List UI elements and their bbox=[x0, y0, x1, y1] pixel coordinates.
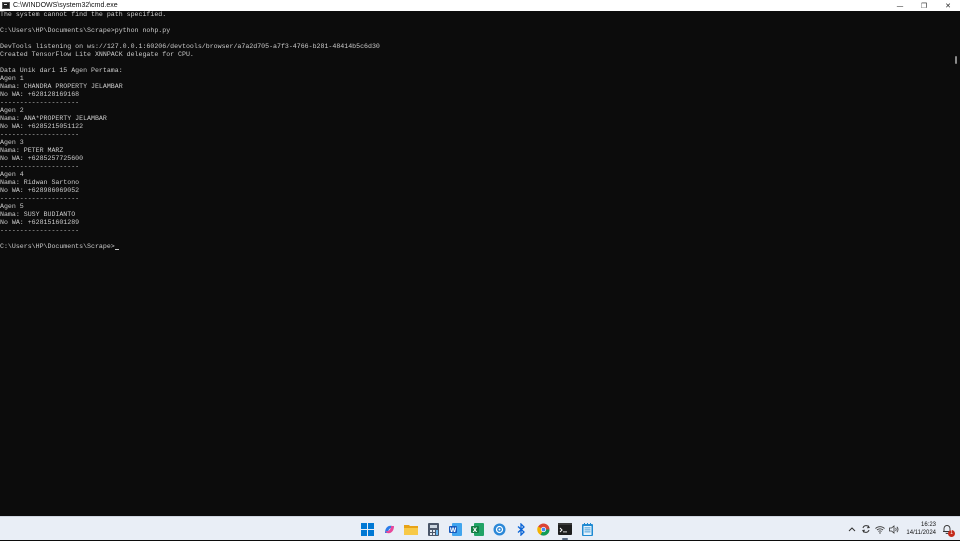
speaker-icon bbox=[889, 524, 899, 534]
console-line: -------------------- bbox=[0, 99, 80, 106]
console-line: Agen 4 bbox=[0, 171, 24, 178]
start-icon bbox=[360, 522, 374, 536]
console-line: -------------------- bbox=[0, 131, 80, 138]
prompt-line[interactable]: C:\Users\HP\Documents\Scrape> bbox=[0, 243, 952, 251]
clock[interactable]: 16:23 14/11/2024 bbox=[906, 521, 936, 537]
sync-icon bbox=[861, 525, 870, 533]
calculator-icon bbox=[427, 522, 439, 536]
scrollbar-thumb[interactable] bbox=[955, 56, 957, 64]
word-icon: W bbox=[448, 522, 462, 536]
window-title: C:\WINDOWS\system32\cmd.exe bbox=[13, 2, 118, 9]
calculator-button[interactable] bbox=[424, 520, 442, 538]
window-controls: — ❐ ✕ bbox=[888, 0, 960, 11]
console-line: No WA: +6285257725600 bbox=[0, 155, 84, 162]
console-line: The system cannot find the path specifie… bbox=[0, 11, 167, 18]
console-line: Nama: CHANDRA PROPERTY JELAMBAR bbox=[0, 83, 123, 90]
clock-date: 14/11/2024 bbox=[906, 530, 936, 536]
console-line: -------------------- bbox=[0, 163, 80, 170]
console-line: Nama: ANA*PROPERTY JELAMBAR bbox=[0, 115, 107, 122]
svg-text:W: W bbox=[449, 526, 456, 533]
wifi-icon bbox=[875, 525, 885, 534]
console-line: Agen 1 bbox=[0, 75, 24, 82]
clock-time: 16:23 bbox=[920, 522, 936, 528]
title-bar[interactable]: C:\WINDOWS\system32\cmd.exe — ❐ ✕ bbox=[0, 0, 960, 11]
start-button[interactable] bbox=[358, 520, 376, 538]
copilot-button[interactable] bbox=[380, 520, 398, 538]
console-line: Agen 5 bbox=[0, 203, 24, 210]
text-cursor bbox=[114, 249, 119, 250]
notepad-button[interactable] bbox=[578, 520, 596, 538]
network-app-button[interactable] bbox=[490, 520, 508, 538]
close-button[interactable]: ✕ bbox=[936, 0, 960, 11]
console-line: No WA: +628151601289 bbox=[0, 219, 80, 226]
console-line: Nama: SUSY BUDIANTO bbox=[0, 211, 76, 218]
console-line: No WA: +6285215051122 bbox=[0, 123, 84, 130]
console-line: Agen 2 bbox=[0, 107, 24, 114]
volume-button[interactable] bbox=[888, 524, 899, 535]
network-app-icon bbox=[493, 523, 505, 535]
notification-button[interactable]: 1 bbox=[940, 522, 955, 537]
taskbar: W X 16:23 14/11/2024 1 bbox=[0, 516, 960, 540]
maximize-button[interactable]: ❐ bbox=[912, 0, 936, 11]
excel-button[interactable]: X bbox=[468, 520, 486, 538]
console-line: Data Unik dari 15 Agen Pertama: bbox=[0, 67, 123, 74]
terminal-icon bbox=[558, 523, 572, 535]
console-line: No WA: +628986069052 bbox=[0, 187, 80, 194]
console-line: -------------------- bbox=[0, 227, 80, 234]
sync-status-button[interactable] bbox=[860, 524, 871, 535]
chrome-icon bbox=[536, 523, 549, 536]
excel-icon: X bbox=[470, 522, 484, 536]
cmd-window: C:\WINDOWS\system32\cmd.exe — ❐ ✕ The sy… bbox=[0, 0, 960, 516]
cmd-app-icon bbox=[2, 2, 10, 9]
chevron-up-icon bbox=[848, 527, 856, 532]
taskbar-apps: W X bbox=[358, 520, 596, 540]
console-line: Nama: PETER MARZ bbox=[0, 147, 64, 154]
file-explorer-button[interactable] bbox=[402, 520, 420, 538]
console-line: No WA: +628128169168 bbox=[0, 91, 80, 98]
console-line: Agen 3 bbox=[0, 139, 24, 146]
terminal-button[interactable] bbox=[556, 520, 574, 540]
show-hidden-icons-button[interactable] bbox=[846, 524, 857, 535]
console-output[interactable]: The system cannot find the path specifie… bbox=[0, 11, 952, 516]
svg-text:X: X bbox=[472, 526, 477, 533]
console-line: Created TensorFlow Lite XNNPACK delegate… bbox=[0, 51, 194, 58]
console-line: C:\Users\HP\Documents\Scrape>python nohp… bbox=[0, 27, 171, 34]
notepad-icon bbox=[581, 522, 593, 536]
prompt-text: C:\Users\HP\Documents\Scrape> bbox=[0, 243, 115, 250]
console-line: -------------------- bbox=[0, 195, 80, 202]
wifi-button[interactable] bbox=[874, 524, 885, 535]
chrome-button[interactable] bbox=[534, 520, 552, 538]
minimize-button[interactable]: — bbox=[888, 0, 912, 11]
console-line: Nama: Ridwan Sartono bbox=[0, 179, 80, 186]
bluetooth-icon bbox=[517, 522, 525, 536]
word-button[interactable]: W bbox=[446, 520, 464, 538]
file-explorer-icon bbox=[404, 525, 418, 535]
console-line: DevTools listening on ws://127.0.0.1:602… bbox=[0, 43, 380, 50]
vertical-scrollbar[interactable] bbox=[952, 11, 960, 516]
copilot-icon bbox=[384, 525, 394, 533]
bluetooth-button[interactable] bbox=[512, 520, 530, 538]
system-tray: 16:23 14/11/2024 1 bbox=[846, 517, 960, 541]
notification-badge: 1 bbox=[948, 530, 955, 537]
